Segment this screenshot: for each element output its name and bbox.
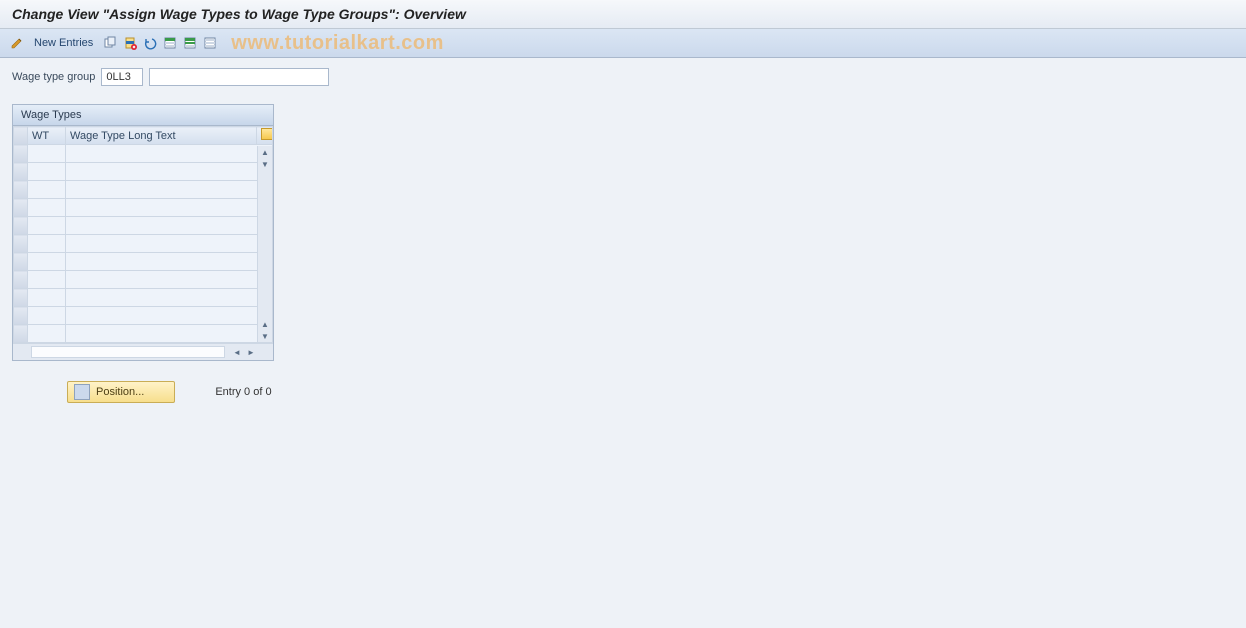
toggle-display-change-icon[interactable]	[8, 34, 26, 52]
row-selector[interactable]	[14, 235, 28, 253]
scroll-left-icon[interactable]: ◄	[231, 346, 243, 358]
table-settings-button[interactable]	[257, 127, 273, 145]
select-all-icon[interactable]	[161, 34, 179, 52]
table-row[interactable]	[14, 289, 273, 307]
table-row[interactable]	[14, 163, 273, 181]
footer-row: Position... Entry 0 of 0	[12, 381, 1234, 403]
scroll-up-icon[interactable]: ▲	[259, 146, 271, 158]
table-row[interactable]	[14, 307, 273, 325]
deselect-all-icon[interactable]	[201, 34, 219, 52]
table-row[interactable]	[14, 181, 273, 199]
copy-as-icon[interactable]	[101, 34, 119, 52]
wage-types-panel-title: Wage Types	[13, 105, 273, 126]
horizontal-scrollbar[interactable]: ◄ ►	[13, 343, 273, 360]
row-selector[interactable]	[14, 217, 28, 235]
column-header-long-text[interactable]: Wage Type Long Text	[66, 127, 257, 145]
watermark-text: www.tutorialkart.com	[231, 32, 444, 55]
new-entries-button[interactable]: New Entries	[28, 37, 99, 49]
delete-icon[interactable]	[121, 34, 139, 52]
undo-icon[interactable]	[141, 34, 159, 52]
toolbar: New Entries www.tutorialkart.com	[0, 29, 1246, 58]
cell-wt[interactable]	[28, 325, 66, 343]
row-selector[interactable]	[14, 163, 28, 181]
position-button[interactable]: Position...	[67, 381, 175, 403]
cell-long-text[interactable]	[66, 217, 273, 235]
cell-long-text[interactable]	[66, 145, 273, 163]
table-row[interactable]	[14, 217, 273, 235]
row-selector[interactable]	[14, 307, 28, 325]
entry-counter: Entry 0 of 0	[215, 386, 271, 398]
cell-long-text[interactable]	[66, 199, 273, 217]
cell-long-text[interactable]	[66, 253, 273, 271]
cell-long-text[interactable]	[66, 325, 273, 343]
table-row[interactable]	[14, 235, 273, 253]
position-button-label: Position...	[96, 386, 144, 398]
wage-type-group-row: Wage type group	[12, 68, 1234, 86]
table-row[interactable]	[14, 199, 273, 217]
row-selector[interactable]	[14, 145, 28, 163]
cell-wt[interactable]	[28, 163, 66, 181]
scroll-down-small-icon[interactable]: ▼	[259, 158, 271, 170]
cell-wt[interactable]	[28, 307, 66, 325]
position-icon	[74, 384, 90, 400]
page-title: Change View "Assign Wage Types to Wage T…	[12, 6, 466, 22]
content-area: Wage type group Wage Types WT Wage Type …	[0, 58, 1246, 413]
row-selector[interactable]	[14, 253, 28, 271]
row-selector[interactable]	[14, 325, 28, 343]
table-settings-icon	[261, 128, 273, 140]
cell-wt[interactable]	[28, 199, 66, 217]
table-row[interactable]	[14, 145, 273, 163]
scroll-up-small-icon[interactable]: ▲	[259, 318, 271, 330]
scroll-down-icon[interactable]: ▼	[259, 330, 271, 342]
cell-wt[interactable]	[28, 145, 66, 163]
wage-types-table[interactable]: WT Wage Type Long Text	[13, 126, 273, 343]
column-header-wt[interactable]: WT	[28, 127, 66, 145]
select-block-icon[interactable]	[181, 34, 199, 52]
cell-wt[interactable]	[28, 217, 66, 235]
cell-long-text[interactable]	[66, 307, 273, 325]
cell-wt[interactable]	[28, 235, 66, 253]
wage-type-group-label: Wage type group	[12, 71, 95, 83]
wage-types-panel: Wage Types WT Wage Type Long Text ▲	[12, 104, 274, 361]
table-row[interactable]	[14, 271, 273, 289]
row-selector-header[interactable]	[14, 127, 28, 145]
title-bar: Change View "Assign Wage Types to Wage T…	[0, 0, 1246, 29]
cell-long-text[interactable]	[66, 235, 273, 253]
row-selector[interactable]	[14, 271, 28, 289]
vertical-scrollbar[interactable]: ▲ ▼ ▲ ▼	[257, 146, 272, 342]
table-row[interactable]	[14, 325, 273, 343]
cell-wt[interactable]	[28, 271, 66, 289]
cell-wt[interactable]	[28, 181, 66, 199]
hscroll-track[interactable]	[31, 346, 225, 358]
cell-long-text[interactable]	[66, 289, 273, 307]
cell-long-text[interactable]	[66, 163, 273, 181]
row-selector[interactable]	[14, 289, 28, 307]
wage-type-group-code-input[interactable]	[101, 68, 143, 86]
cell-long-text[interactable]	[66, 181, 273, 199]
cell-wt[interactable]	[28, 289, 66, 307]
wage-type-group-desc-input[interactable]	[149, 68, 329, 86]
table-row[interactable]	[14, 253, 273, 271]
row-selector[interactable]	[14, 199, 28, 217]
cell-long-text[interactable]	[66, 271, 273, 289]
row-selector[interactable]	[14, 181, 28, 199]
scroll-right-icon[interactable]: ►	[245, 346, 257, 358]
cell-wt[interactable]	[28, 253, 66, 271]
